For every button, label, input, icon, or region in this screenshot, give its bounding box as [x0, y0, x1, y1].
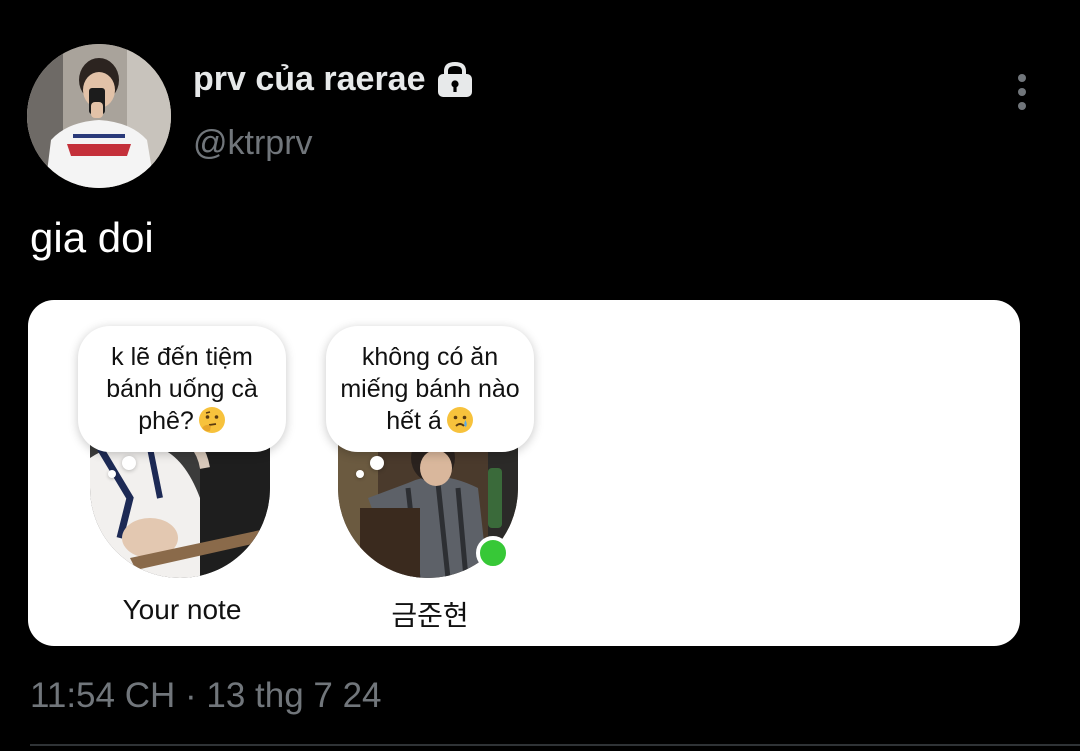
author-handle[interactable]: @ktrprv	[193, 124, 313, 163]
tweet-text: gia doi	[30, 214, 154, 261]
more-dot	[1018, 88, 1026, 96]
bubble-tail	[108, 470, 116, 478]
divider	[30, 744, 1080, 746]
thinking-face-emoji	[198, 406, 226, 434]
crying-face-emoji	[446, 406, 474, 434]
note-text: k lẽ đến tiệm bánh uống cà phê?	[106, 343, 258, 435]
tweet-timestamp[interactable]: 11:54 CH · 13 thg 7 24	[30, 676, 382, 716]
more-dot	[1018, 74, 1026, 82]
more-vertical-icon[interactable]	[1004, 70, 1040, 114]
attached-image[interactable]: k lẽ đến tiệm bánh uống cà phê? Your not…	[28, 300, 1020, 646]
bubble-tail	[122, 456, 136, 470]
author-display-name[interactable]: prv của raerae	[193, 60, 474, 99]
note-bubble: k lẽ đến tiệm bánh uống cà phê?	[78, 326, 286, 452]
bubble-tail	[370, 456, 384, 470]
note-text: không có ăn miếng bánh nào hết á	[340, 343, 520, 435]
note-item-friend[interactable]: không có ăn miếng bánh nào hết á 금준현	[326, 300, 546, 646]
bubble-tail	[356, 470, 364, 478]
note-author-name: Your note	[122, 594, 242, 625]
online-status-indicator	[476, 536, 510, 570]
display-name-text: prv của raerae	[193, 60, 426, 98]
note-author-name: 금준현	[391, 600, 469, 631]
lock-icon	[436, 61, 474, 99]
note-item-your-note[interactable]: k lẽ đến tiệm bánh uống cà phê? Your not…	[78, 300, 298, 646]
more-dot	[1018, 102, 1026, 110]
author-avatar[interactable]	[27, 44, 171, 188]
note-bubble: không có ăn miếng bánh nào hết á	[326, 326, 534, 452]
